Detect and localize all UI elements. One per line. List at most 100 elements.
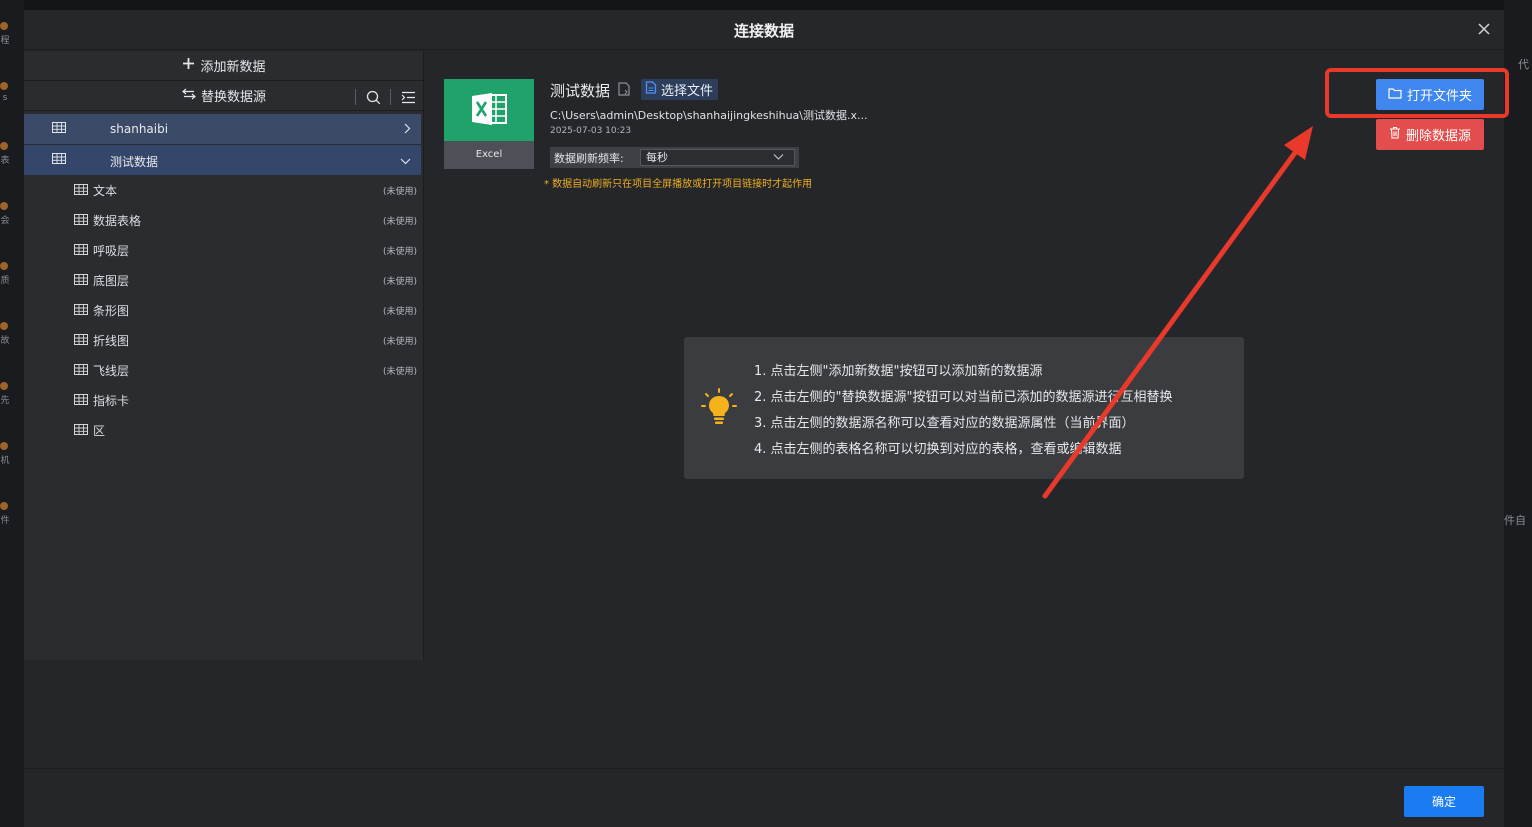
dot-icon xyxy=(0,142,8,150)
dot-icon xyxy=(0,322,8,330)
refresh-frequency-label: 数据刷新频率: xyxy=(554,151,624,165)
table-status: (未使用) xyxy=(382,367,417,377)
table-status: (未使用) xyxy=(382,337,417,347)
table-name: 飞线层 xyxy=(93,364,130,378)
source-item-test-data[interactable]: 测试数据 xyxy=(24,145,421,175)
bg-left-item: 表 xyxy=(0,142,10,166)
tip-line: 3. 点击左侧的数据源名称可以查看对应的数据源属性（当前界面） xyxy=(754,416,1135,431)
table-name: 数据表格 xyxy=(93,214,142,228)
table-item-data-table[interactable]: 数据表格 (未使用) xyxy=(24,205,421,235)
table-icon xyxy=(74,334,88,348)
table-item-flight-line-layer[interactable]: 飞线层 (未使用) xyxy=(24,355,421,385)
table-icon xyxy=(74,214,88,228)
table-name: 底图层 xyxy=(93,274,130,288)
table-item-indicator-card[interactable]: 指标卡 xyxy=(24,385,421,415)
divider xyxy=(390,89,391,105)
bg-left-item: 程 xyxy=(0,22,10,46)
bg-left-item: 质 xyxy=(0,262,10,286)
table-item-line-chart[interactable]: 折线图 (未使用) xyxy=(24,325,421,355)
refresh-frequency-select[interactable]: 每秒 xyxy=(640,149,795,166)
table-icon xyxy=(74,424,88,438)
table-icon xyxy=(52,153,66,167)
table-item-text[interactable]: 文本 (未使用) xyxy=(24,175,421,205)
bg-left-item: 会 xyxy=(0,202,10,226)
refresh-note: * 数据自动刷新只在项目全屏播放或打开项目链接时才起作用 xyxy=(544,179,813,190)
plus-icon xyxy=(182,57,195,74)
file-path: C:\Users\admin\Desktop\shanhaijingkeshih… xyxy=(550,109,868,122)
confirm-button[interactable]: 确定 xyxy=(1404,786,1484,817)
table-status: (未使用) xyxy=(382,217,417,227)
dialog-header: 连接数据 xyxy=(24,10,1504,50)
help-tips-panel: 1. 点击左侧"添加新数据"按钮可以添加新的数据源 2. 点击左侧的"替换数据源… xyxy=(684,337,1244,479)
background-right-panel: 代 件自 xyxy=(1504,0,1532,827)
table-item-breath-layer[interactable]: 呼吸层 (未使用) xyxy=(24,235,421,265)
table-icon xyxy=(52,122,66,136)
file-date: 2025-07-03 10:23 xyxy=(550,126,632,136)
trash-icon xyxy=(1389,126,1401,143)
bg-left-item: 件 xyxy=(0,502,10,526)
table-status: (未使用) xyxy=(382,247,417,257)
file-icon xyxy=(645,81,657,98)
document-icon[interactable] xyxy=(618,82,630,96)
add-new-data-button[interactable]: 添加新数据 xyxy=(24,51,424,81)
dot-icon xyxy=(0,262,8,270)
delete-data-source-label: 删除数据源 xyxy=(1405,129,1471,144)
chevron-right-icon xyxy=(403,123,411,137)
dialog-title: 连接数据 xyxy=(733,22,794,40)
dot-icon xyxy=(0,442,8,450)
excel-file-tile: Excel xyxy=(444,79,534,169)
search-icon[interactable] xyxy=(364,88,382,106)
data-source-name: 测试数据 xyxy=(550,82,611,100)
table-name: 文本 xyxy=(93,184,118,198)
dot-icon xyxy=(0,202,8,210)
bg-left-item: 故 xyxy=(0,322,10,346)
choose-file-button[interactable]: 选择文件 xyxy=(641,79,719,100)
close-icon[interactable] xyxy=(1476,21,1492,37)
table-item-base-map-layer[interactable]: 底图层 (未使用) xyxy=(24,265,421,295)
collapse-list-icon[interactable] xyxy=(399,88,417,106)
table-icon xyxy=(74,244,88,258)
table-icon xyxy=(74,184,88,198)
replace-data-source-label: 替换数据源 xyxy=(200,90,266,105)
table-icon xyxy=(74,394,88,408)
tip-line: 1. 点击左侧"添加新数据"按钮可以添加新的数据源 xyxy=(754,364,1043,379)
table-item-district[interactable]: 区 xyxy=(24,415,421,445)
refresh-frequency-value: 每秒 xyxy=(646,151,668,164)
tip-line: 2. 点击左侧的"替换数据源"按钮可以对当前已添加的数据源进行互相替换 xyxy=(754,390,1173,405)
bg-left-item: s xyxy=(0,82,10,103)
dot-icon xyxy=(0,22,8,30)
excel-logo-icon xyxy=(472,93,507,125)
data-source-sidebar: 添加新数据 替换数据源 shanhaibi 测试数据 文本 (未使用) 数据表格… xyxy=(24,51,424,660)
dot-icon xyxy=(0,82,8,90)
source-name: 测试数据 xyxy=(110,155,159,169)
table-status: (未使用) xyxy=(382,277,417,287)
add-new-data-label: 添加新数据 xyxy=(200,60,266,75)
refresh-frequency-row: 数据刷新频率: 每秒 xyxy=(550,147,799,168)
source-item-shanhaibi[interactable]: shanhaibi xyxy=(24,114,421,144)
bg-left-item: 先 xyxy=(0,382,10,406)
delete-data-source-button[interactable]: 删除数据源 xyxy=(1376,119,1484,150)
table-item-bar-chart[interactable]: 条形图 (未使用) xyxy=(24,295,421,325)
table-icon xyxy=(74,304,88,318)
divider xyxy=(355,89,356,105)
table-name: 条形图 xyxy=(93,304,130,318)
file-type-caption: Excel xyxy=(444,141,534,169)
table-icon xyxy=(74,364,88,378)
table-status: (未使用) xyxy=(382,307,417,317)
dot-icon xyxy=(0,382,8,390)
choose-file-label: 选择文件 xyxy=(661,84,714,99)
chevron-down-icon xyxy=(400,154,411,168)
background-top-strip xyxy=(24,0,1504,10)
dot-icon xyxy=(0,502,8,510)
bg-right-label: 代 xyxy=(1518,58,1529,71)
table-status: (未使用) xyxy=(382,187,417,197)
background-left-toolbar: 程 s 表 会 质 故 先 机 件 xyxy=(0,0,24,827)
swap-icon xyxy=(182,88,196,104)
chevron-down-icon xyxy=(773,154,784,160)
data-source-detail: Excel 测试数据 选择文件 C:\Users\admin\Desktop\s… xyxy=(425,51,1509,771)
bg-left-item: 机 xyxy=(0,442,10,466)
source-name: shanhaibi xyxy=(110,122,169,136)
table-name: 区 xyxy=(93,424,106,438)
table-icon xyxy=(74,274,88,288)
lightbulb-icon xyxy=(701,388,737,424)
